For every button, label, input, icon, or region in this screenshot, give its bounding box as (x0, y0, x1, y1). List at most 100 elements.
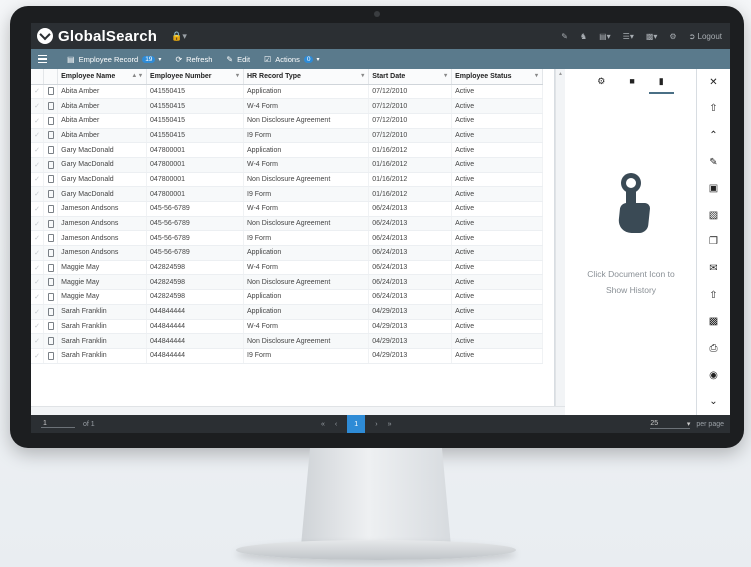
row-checkbox[interactable]: ✓ (31, 260, 44, 276)
share-icon[interactable]: ⇧ (709, 96, 717, 123)
chevron-down-icon[interactable]: ▾ (361, 72, 364, 79)
document-icon[interactable] (43, 319, 59, 335)
copy-icon[interactable]: ❐ (709, 229, 718, 256)
table-row[interactable]: ✓ Abita Amber 041550415 Non Disclosure Agre… (31, 113, 543, 129)
table-row[interactable]: ✓ Sarah Franklin 044844444 W-4 Form 04/29/20… (31, 319, 543, 335)
table-row[interactable]: ✓ Sarah Franklin 044844444 Application 04/29… (31, 304, 543, 320)
chevron-down-icon[interactable]: ⌄ (709, 388, 717, 415)
signature-icon[interactable]: ✎ (709, 149, 717, 176)
document-icon[interactable] (43, 245, 59, 261)
table-row[interactable]: ✓ Abita Amber 041550415 Application 07/12/20… (31, 84, 543, 100)
table-row[interactable]: ✓ Jameson Andsons 045-56-6789 Application 06… (31, 245, 543, 261)
logout-button[interactable]: ➲ Logout (689, 32, 722, 41)
add-document-icon[interactable]: ▩ (709, 308, 718, 335)
document-icon[interactable] (43, 113, 59, 129)
first-page-button[interactable]: « (321, 421, 325, 428)
document-icon[interactable] (43, 98, 59, 114)
chevron-down-icon[interactable]: ▾ (535, 72, 538, 79)
row-checkbox[interactable]: ✓ (31, 172, 44, 188)
document-icon[interactable] (43, 289, 59, 305)
document-icon[interactable] (43, 348, 59, 364)
page-number-input[interactable]: 1 (41, 420, 75, 428)
employee-record-button[interactable]: ▤ Employee Record 19 ▾ (67, 55, 161, 64)
add-box-icon[interactable]: ▣ (709, 175, 718, 202)
row-checkbox[interactable]: ✓ (31, 230, 44, 247)
lock-icon[interactable]: 🔒▾ (171, 31, 187, 42)
document-icon[interactable] (43, 333, 59, 349)
table-row[interactable]: ✓ Sarah Franklin 044844444 I9 Form 04/29/201… (31, 348, 543, 364)
document-icon[interactable] (43, 128, 59, 144)
row-checkbox[interactable]: ✓ (31, 304, 44, 320)
document-icon[interactable] (43, 230, 59, 247)
row-checkbox[interactable]: ✓ (31, 98, 44, 114)
row-checkbox[interactable]: ✓ (31, 216, 44, 232)
edit-button[interactable]: ✎ Edit (226, 55, 250, 64)
row-checkbox[interactable]: ✓ (31, 333, 44, 349)
last-page-button[interactable]: » (388, 421, 392, 428)
globe-icon[interactable]: ◉ (709, 362, 718, 389)
horizontal-scrollbar[interactable] (31, 406, 565, 415)
chevron-up-icon[interactable]: ⌃ (709, 122, 717, 149)
refresh-button[interactable]: ⟳ Refresh (175, 55, 212, 64)
document-icon[interactable] (43, 172, 59, 188)
row-checkbox[interactable]: ✓ (31, 274, 44, 291)
row-checkbox[interactable]: ✓ (31, 113, 44, 129)
print-icon[interactable]: ⎙ (710, 335, 718, 362)
column-header-employee-name[interactable]: Employee Name ▲ ▾ (57, 69, 148, 85)
per-page-select[interactable]: 25 ▾ (650, 420, 691, 429)
document-icon[interactable] (43, 274, 59, 291)
table-row[interactable]: ✓ Jameson Andsons 045-56-6789 Non Disclosur… (31, 216, 543, 232)
current-page-button[interactable]: 1 (347, 415, 366, 433)
document-icon[interactable] (43, 84, 59, 100)
table-row[interactable]: ✓ Gary MacDonald 047800001 Non Disclosure A… (31, 172, 543, 188)
row-checkbox[interactable]: ✓ (31, 319, 44, 335)
column-header-start-date[interactable]: Start Date ▾ (368, 69, 453, 85)
chart-icon[interactable]: ▤▾ (599, 32, 611, 41)
image-icon[interactable]: ▧ (709, 202, 718, 229)
logo[interactable]: GlobalSearch (37, 28, 157, 45)
document-icon[interactable] (43, 142, 59, 158)
user-icon[interactable]: ♞ (580, 32, 587, 41)
select-all-header[interactable] (31, 69, 44, 85)
next-page-button[interactable]: › (375, 421, 377, 428)
column-header-employee-status[interactable]: Employee Status ▾ (451, 69, 543, 85)
chevron-down-icon[interactable]: ▾ (236, 72, 239, 79)
settings-icon[interactable]: ⚙ (669, 32, 676, 41)
table-row[interactable]: ✓ Abita Amber 041550415 W-4 Form 07/12/2010 A… (31, 98, 543, 114)
row-checkbox[interactable]: ✓ (31, 157, 44, 173)
document-icon[interactable] (43, 216, 59, 232)
tab-document-icon[interactable]: ▮ (648, 76, 674, 94)
document-icon[interactable] (43, 201, 59, 217)
scroll-up-icon[interactable]: ▲ (558, 71, 563, 77)
prev-page-button[interactable]: ‹ (335, 421, 337, 428)
table-row[interactable]: ✓ Abita Amber 041550415 I9 Form 07/12/2010 Ac… (31, 128, 543, 144)
sort-asc-icon[interactable]: ▲ ▾ (131, 72, 142, 79)
table-row[interactable]: ✓ Maggie May 042824598 Application 06/24/201… (31, 289, 543, 305)
row-checkbox[interactable]: ✓ (31, 348, 44, 364)
column-header-hr-record-type[interactable]: HR Record Type ▾ (243, 69, 370, 85)
row-checkbox[interactable]: ✓ (31, 201, 44, 217)
row-checkbox[interactable]: ✓ (31, 128, 44, 144)
row-checkbox[interactable]: ✓ (31, 289, 44, 305)
table-row[interactable]: ✓ Maggie May 042824598 Non Disclosure Agree… (31, 274, 543, 291)
document-icon[interactable] (43, 304, 59, 320)
table-row[interactable]: ✓ Maggie May 042824598 W-4 Form 06/24/2013 Ac… (31, 260, 543, 276)
actions-button[interactable]: ☑ Actions 0 ▾ (264, 55, 319, 64)
close-icon[interactable]: ✕ (709, 69, 717, 96)
column-header-employee-number[interactable]: Employee Number ▾ (146, 69, 244, 85)
table-row[interactable]: ✓ Gary MacDonald 047800001 Application 01/16… (31, 142, 543, 158)
row-checkbox[interactable]: ✓ (31, 186, 44, 202)
table-row[interactable]: ✓ Gary MacDonald 047800001 I9 Form 01/16/201… (31, 186, 543, 202)
document-icon[interactable] (43, 186, 59, 202)
table-row[interactable]: ✓ Jameson Andsons 045-56-6789 I9 Form 06/24/… (31, 230, 543, 247)
row-checkbox[interactable]: ✓ (31, 84, 44, 100)
row-checkbox[interactable]: ✓ (31, 142, 44, 158)
list-icon[interactable]: ☰▾ (623, 32, 634, 41)
table-row[interactable]: ✓ Jameson Andsons 045-56-6789 W-4 Form 06/24… (31, 201, 543, 217)
document-icon[interactable] (43, 260, 59, 276)
export-icon[interactable]: ⇧ (709, 282, 717, 309)
edit-icon[interactable]: ✎ (561, 32, 568, 41)
mail-icon[interactable]: ✉ (709, 255, 717, 282)
row-checkbox[interactable]: ✓ (31, 245, 44, 261)
table-row[interactable]: ✓ Gary MacDonald 047800001 W-4 Form 01/16/20… (31, 157, 543, 173)
